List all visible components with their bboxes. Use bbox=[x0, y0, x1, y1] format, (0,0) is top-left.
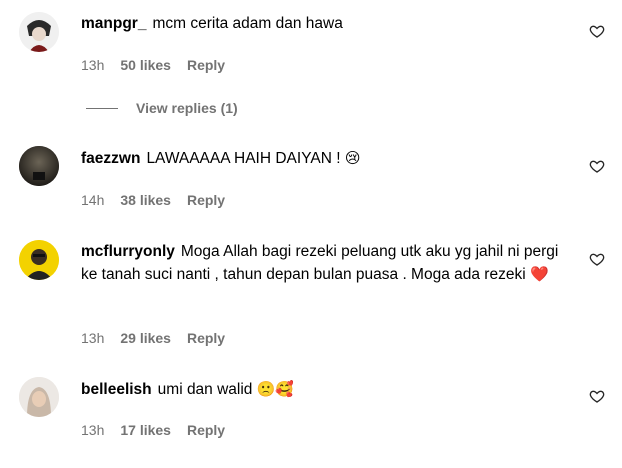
heart-outline-icon bbox=[589, 390, 605, 403]
profile-avatar-icon bbox=[19, 240, 59, 280]
comment-time: 13h bbox=[81, 330, 105, 346]
comment-meta: 14h 38 likes Reply bbox=[81, 192, 241, 208]
comment-meta: 13h 50 likes Reply bbox=[81, 57, 241, 73]
reply-button[interactable]: Reply bbox=[187, 422, 225, 438]
emoji: 😢 bbox=[344, 149, 361, 167]
comment-body: manpgr_ mcm cerita adam dan hawa bbox=[81, 12, 571, 35]
comment-likes[interactable]: 38 likes bbox=[120, 192, 171, 208]
reply-button[interactable]: Reply bbox=[187, 192, 225, 208]
comment-meta: 13h 29 likes Reply bbox=[81, 330, 241, 346]
like-button[interactable] bbox=[589, 388, 605, 404]
avatar[interactable] bbox=[19, 12, 59, 52]
comment-username[interactable]: manpgr_ bbox=[81, 15, 146, 32]
profile-avatar-icon bbox=[19, 146, 59, 186]
like-button[interactable] bbox=[589, 23, 605, 39]
comment-likes[interactable]: 17 likes bbox=[120, 422, 171, 438]
comment-time: 13h bbox=[81, 57, 105, 73]
view-replies-button[interactable]: View replies (1) bbox=[86, 100, 238, 116]
avatar[interactable] bbox=[19, 146, 59, 186]
like-button[interactable] bbox=[589, 158, 605, 174]
like-button[interactable] bbox=[589, 251, 605, 267]
reply-button[interactable]: Reply bbox=[187, 330, 225, 346]
comment-likes[interactable]: 29 likes bbox=[120, 330, 171, 346]
profile-avatar-icon bbox=[19, 12, 59, 52]
avatar[interactable] bbox=[19, 377, 59, 417]
comment-username[interactable]: faezzwn bbox=[81, 150, 140, 167]
reply-button[interactable]: Reply bbox=[187, 57, 225, 73]
heart-outline-icon bbox=[589, 25, 605, 38]
comment-time: 14h bbox=[81, 192, 105, 208]
comment-body: faezzwn LAWAAAAA HAIH DAIYAN ! 😢 bbox=[81, 147, 571, 170]
view-replies-label: View replies (1) bbox=[136, 100, 238, 116]
comment-likes[interactable]: 50 likes bbox=[120, 57, 171, 73]
comment-time: 13h bbox=[81, 422, 105, 438]
comment-body: belleelish umi dan walid 🙁🥰 bbox=[81, 378, 571, 401]
emoji: 🙁🥰 bbox=[256, 380, 295, 398]
heart-outline-icon bbox=[589, 253, 605, 266]
comment-username[interactable]: mcflurryonly bbox=[81, 243, 175, 260]
comment-text: umi dan walid bbox=[157, 381, 253, 398]
avatar[interactable] bbox=[19, 240, 59, 280]
heart-outline-icon bbox=[589, 160, 605, 173]
comment-text: mcm cerita adam dan hawa bbox=[152, 15, 343, 32]
comment-body: mcflurryonly Moga Allah bagi rezeki pelua… bbox=[81, 240, 571, 286]
comment-username[interactable]: belleelish bbox=[81, 381, 152, 398]
comment-meta: 13h 17 likes Reply bbox=[81, 422, 241, 438]
heart-emoji: ❤️ bbox=[529, 265, 549, 283]
comment-text: LAWAAAAA HAIH DAIYAN ! bbox=[146, 150, 341, 167]
profile-avatar-icon bbox=[19, 377, 59, 417]
divider-line bbox=[86, 107, 118, 109]
